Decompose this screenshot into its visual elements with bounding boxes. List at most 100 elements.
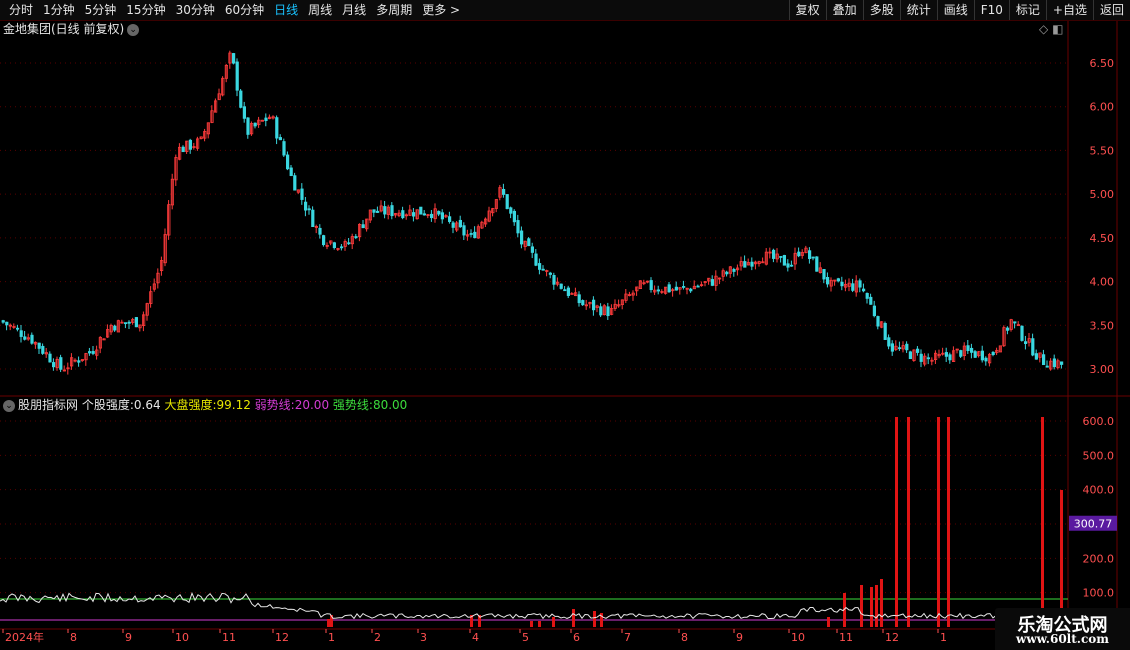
candle-body — [592, 299, 596, 311]
candle-body — [303, 201, 308, 211]
candle-body — [509, 207, 513, 214]
signal-bar — [327, 619, 330, 627]
candle-body — [948, 354, 952, 361]
candle-body — [725, 271, 729, 275]
candle-body — [361, 224, 365, 229]
candle-body — [411, 212, 416, 217]
candle-body — [52, 362, 56, 368]
candle-body — [462, 225, 466, 236]
candle-body — [30, 334, 34, 344]
candle-body — [862, 288, 866, 292]
candle-body — [1052, 358, 1056, 368]
candle-body — [674, 286, 679, 291]
candle-body — [321, 235, 326, 246]
signal-bar — [1041, 417, 1044, 627]
date-axis-label: 8 — [681, 631, 688, 644]
candle-body — [318, 227, 322, 235]
candle-body — [275, 117, 279, 139]
date-axis-label: 8 — [70, 631, 77, 644]
price-tick-label: 4.00 — [1090, 276, 1115, 289]
candle-body — [501, 188, 506, 195]
candle-body — [872, 305, 877, 317]
candle-body — [473, 231, 477, 239]
chevron-down-icon[interactable]: ⌄ — [127, 23, 140, 36]
candle-body — [966, 345, 970, 352]
candle-body — [1045, 365, 1049, 368]
chart-canvas[interactable]: 6.50 6.00 5.50 5.00 4.50 4.00 3.50 3.00 600.0 500… — [0, 0, 1130, 650]
price-tick-label: 4.50 — [1090, 232, 1115, 245]
candle-body — [339, 246, 344, 249]
date-axis-label: 1 — [940, 631, 947, 644]
date-axis-label: 1 — [328, 631, 335, 644]
candle-body — [538, 263, 542, 270]
candle-body — [970, 347, 974, 353]
candle-body — [307, 208, 311, 211]
signal-bar — [552, 617, 555, 627]
date-axis-label: 10 — [791, 631, 805, 644]
candle-body — [876, 316, 880, 327]
candle-body — [815, 256, 819, 272]
candle-body — [916, 348, 920, 353]
candle-body — [779, 256, 783, 258]
date-axis-label: 5 — [522, 631, 529, 644]
candle-body — [689, 288, 693, 292]
price-tick-label: 5.00 — [1090, 188, 1115, 201]
indicator-tick-label: 500.0 — [1083, 449, 1115, 462]
candle-body — [959, 350, 963, 357]
candle-body — [851, 283, 855, 291]
date-axis-label: 2024年 — [5, 630, 44, 644]
candle-body — [826, 277, 830, 285]
window-icon[interactable]: ◧ — [1052, 22, 1063, 36]
price-tick-label: 6.00 — [1090, 101, 1115, 114]
candle-body — [48, 353, 52, 363]
candle-body — [836, 278, 841, 282]
candle-body — [822, 269, 826, 280]
candle-body — [898, 347, 902, 350]
candle-body — [1024, 341, 1028, 344]
candle-body — [786, 263, 790, 268]
date-axis-label: 12 — [275, 631, 289, 644]
candle-body — [23, 336, 27, 340]
candle-body — [289, 167, 293, 176]
candle-body — [347, 242, 351, 245]
candle-body — [19, 330, 23, 337]
signal-bar — [880, 579, 883, 627]
diamond-icon[interactable]: ◇ — [1039, 22, 1048, 36]
candle-body — [88, 351, 92, 354]
price-tick-label: 6.50 — [1090, 57, 1115, 70]
signal-bar — [895, 417, 898, 627]
candle-body — [782, 255, 787, 266]
candle-body — [869, 296, 873, 305]
candle-body — [541, 268, 545, 271]
candle-body — [37, 342, 41, 349]
candle-body — [984, 357, 988, 362]
candle-body — [390, 205, 394, 217]
candle-body — [926, 357, 931, 360]
candle-body — [797, 251, 801, 257]
candle-body — [606, 306, 610, 317]
signal-bar — [538, 621, 541, 627]
candle-body — [743, 261, 747, 268]
candle-body — [905, 343, 909, 351]
candle-body — [790, 264, 794, 267]
candle-body — [278, 137, 283, 141]
main-panel-title: 金地集团(日线 前复权) ⌄ — [3, 21, 140, 37]
candle-body — [772, 249, 776, 259]
signal-bar — [907, 417, 910, 627]
candle-body — [865, 293, 869, 299]
candle-body — [469, 233, 473, 235]
signal-bar — [530, 621, 533, 627]
stock-title: 金地集团(日线 前复权) — [3, 22, 125, 36]
candle-body — [15, 327, 20, 330]
candle-body — [440, 212, 445, 220]
date-axis-label: 11 — [839, 631, 853, 644]
signal-bar — [593, 611, 596, 627]
indicator-tick-label: 100.0 — [1083, 587, 1115, 600]
price-tick-label: 5.50 — [1090, 144, 1115, 157]
chevron-down-icon[interactable]: ⌄ — [3, 399, 15, 412]
candle-body — [858, 280, 862, 288]
candle-body — [512, 210, 517, 223]
candle-body — [5, 321, 9, 326]
candle-body — [188, 139, 192, 150]
date-axis-label: 4 — [472, 631, 479, 644]
